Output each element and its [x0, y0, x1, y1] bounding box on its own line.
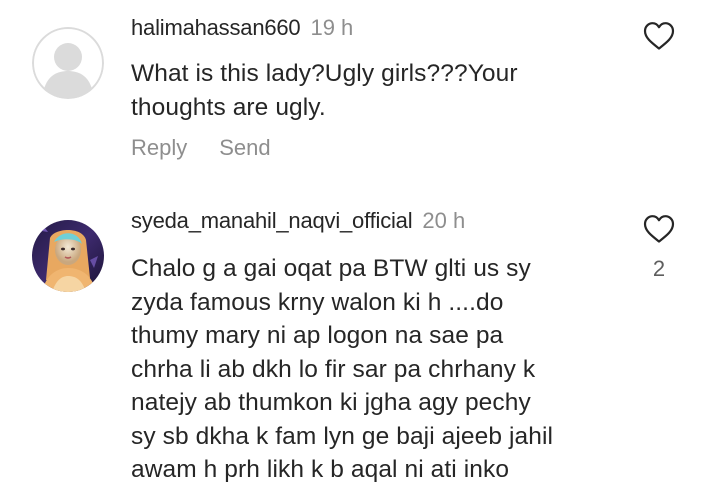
comment-text-line: sy sb dkha k fam lyn ge baji ajeeb jahil	[131, 422, 554, 450]
comment-text-line: awam h prh likh k b aqal ni ati inko	[131, 456, 510, 483]
like-button[interactable]	[643, 21, 675, 51]
comment-text-line: thoughts are ugly.	[131, 93, 326, 121]
comment-username[interactable]: halimahassan660	[131, 15, 301, 40]
comment-timestamp: 19 h	[310, 15, 354, 40]
avatar[interactable]	[32, 220, 104, 292]
comment-text: Chalo g a gai oqat pa BTW glti us sy zyd…	[131, 252, 621, 487]
comment-actions: Reply Send	[131, 134, 271, 162]
like-count[interactable]: 2	[640, 255, 678, 283]
comment-text-line: natejy ab thumkon ki jgha agy pechy	[131, 389, 531, 416]
default-avatar-icon	[32, 27, 104, 99]
comment-header: syeda_manahil_naqvi_official 20 h	[131, 207, 465, 235]
comment-text-line: Chalo g a gai oqat pa BTW glti us sy	[131, 255, 531, 282]
comment-text-line: chrha li ab dkh lo fir sar pa chrhany k	[131, 355, 536, 383]
comment-text: What is this lady?Ugly girls???Your thou…	[131, 57, 621, 124]
comment-item: syeda_manahil_naqvi_official 20 h Chalo g…	[0, 185, 720, 483]
avatar[interactable]	[32, 27, 104, 99]
comment-username[interactable]: syeda_manahil_naqvi_official	[131, 208, 413, 233]
comment-text-line: What is this lady?Ugly girls???Your	[131, 60, 518, 87]
user-avatar-image	[32, 220, 104, 292]
comment-header: halimahassan660 19 h	[131, 14, 353, 42]
comment-timestamp: 20 h	[422, 208, 466, 233]
comment-item: halimahassan660 19 h What is this lady?Ug…	[0, 0, 720, 185]
heart-outline-icon	[643, 215, 675, 243]
comment-text-line: zyda famous krny walon ki h ....do	[131, 288, 504, 316]
reply-button[interactable]: Reply	[131, 134, 187, 162]
comment-text-line: thumy mary ni ap logon na sae pa	[131, 322, 504, 349]
send-button[interactable]: Send	[219, 134, 270, 162]
heart-outline-icon	[643, 22, 675, 50]
like-button[interactable]	[643, 214, 675, 244]
